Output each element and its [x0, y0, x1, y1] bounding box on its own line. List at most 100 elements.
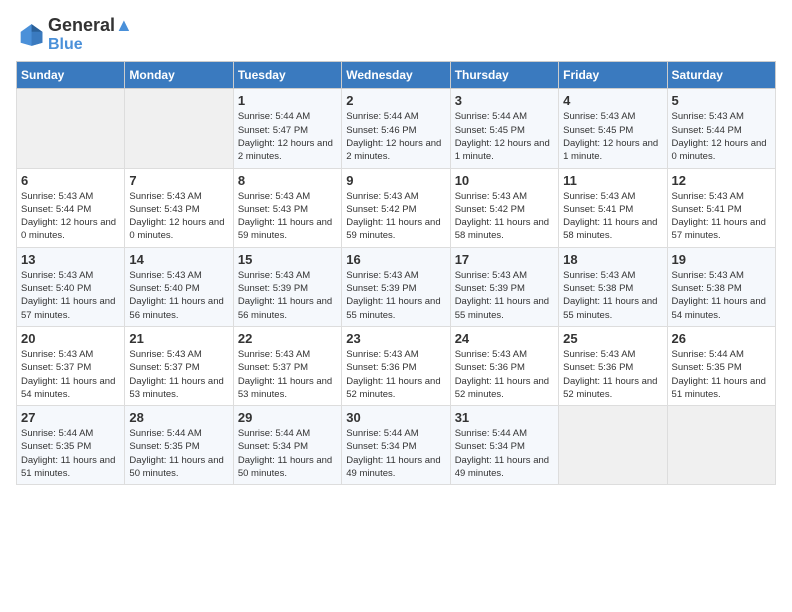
day-number: 15: [238, 252, 337, 267]
calendar-cell: 18 Sunrise: 5:43 AM Sunset: 5:38 PM Dayli…: [559, 247, 667, 326]
day-info: Sunrise: 5:43 AM Sunset: 5:37 PM Dayligh…: [21, 348, 120, 401]
calendar-cell: 24 Sunrise: 5:43 AM Sunset: 5:36 PM Dayli…: [450, 326, 558, 405]
calendar-cell: [17, 89, 125, 168]
calendar-cell: 22Sunrise: 5:43 AM Sunset: 5:37 PM Dayli…: [233, 326, 341, 405]
day-number: 14: [129, 252, 228, 267]
calendar-cell: 25 Sunrise: 5:43 AM Sunset: 5:36 PM Dayli…: [559, 326, 667, 405]
calendar-cell: 26 Sunrise: 5:44 AM Sunset: 5:35 PM Dayli…: [667, 326, 775, 405]
calendar-cell: [125, 89, 233, 168]
week-row-2: 6 Sunrise: 5:43 AM Sunset: 5:44 PM Daylig…: [17, 168, 776, 247]
calendar-cell: 6 Sunrise: 5:43 AM Sunset: 5:44 PM Daylig…: [17, 168, 125, 247]
day-info: Sunrise: 5:43 AM Sunset: 5:36 PM Dayligh…: [563, 348, 662, 401]
day-number: 30: [346, 410, 445, 425]
calendar-body: 1 Sunrise: 5:44 AM Sunset: 5:47 PM Daylig…: [17, 89, 776, 485]
day-number: 8: [238, 173, 337, 188]
calendar-table: SundayMondayTuesdayWednesdayThursdayFrid…: [16, 61, 776, 485]
day-number: 28: [129, 410, 228, 425]
day-number: 7: [129, 173, 228, 188]
day-number: 12: [672, 173, 771, 188]
day-info: Sunrise: 5:43 AM Sunset: 5:45 PM Dayligh…: [563, 110, 662, 163]
day-info: Sunrise: 5:44 AM Sunset: 5:46 PM Dayligh…: [346, 110, 445, 163]
calendar-cell: 29Sunrise: 5:44 AM Sunset: 5:34 PM Dayli…: [233, 406, 341, 485]
day-info: Sunrise: 5:43 AM Sunset: 5:38 PM Dayligh…: [672, 269, 771, 322]
day-info: Sunrise: 5:43 AM Sunset: 5:36 PM Dayligh…: [346, 348, 445, 401]
day-info: Sunrise: 5:43 AM Sunset: 5:38 PM Dayligh…: [563, 269, 662, 322]
day-info: Sunrise: 5:44 AM Sunset: 5:47 PM Dayligh…: [238, 110, 337, 163]
calendar-cell: 14Sunrise: 5:43 AM Sunset: 5:40 PM Dayli…: [125, 247, 233, 326]
day-number: 25: [563, 331, 662, 346]
calendar-cell: 19 Sunrise: 5:43 AM Sunset: 5:38 PM Dayli…: [667, 247, 775, 326]
day-info: Sunrise: 5:43 AM Sunset: 5:44 PM Dayligh…: [21, 190, 120, 243]
column-header-wednesday: Wednesday: [342, 62, 450, 89]
calendar-cell: 16Sunrise: 5:43 AM Sunset: 5:39 PM Dayli…: [342, 247, 450, 326]
day-number: 26: [672, 331, 771, 346]
day-info: Sunrise: 5:44 AM Sunset: 5:34 PM Dayligh…: [346, 427, 445, 480]
page-header: General▲ Blue: [16, 16, 776, 53]
day-info: Sunrise: 5:43 AM Sunset: 5:43 PM Dayligh…: [129, 190, 228, 243]
logo-text: General▲ Blue: [48, 16, 133, 53]
calendar-cell: 10Sunrise: 5:43 AM Sunset: 5:42 PM Dayli…: [450, 168, 558, 247]
calendar-cell: 4 Sunrise: 5:43 AM Sunset: 5:45 PM Daylig…: [559, 89, 667, 168]
day-number: 16: [346, 252, 445, 267]
day-number: 4: [563, 93, 662, 108]
calendar-cell: 9Sunrise: 5:43 AM Sunset: 5:42 PM Daylig…: [342, 168, 450, 247]
day-number: 6: [21, 173, 120, 188]
day-number: 17: [455, 252, 554, 267]
logo: General▲ Blue: [16, 16, 133, 53]
day-number: 24: [455, 331, 554, 346]
calendar-cell: 5 Sunrise: 5:43 AM Sunset: 5:44 PM Daylig…: [667, 89, 775, 168]
day-info: Sunrise: 5:44 AM Sunset: 5:35 PM Dayligh…: [21, 427, 120, 480]
day-number: 27: [21, 410, 120, 425]
day-number: 29: [238, 410, 337, 425]
day-number: 5: [672, 93, 771, 108]
calendar-cell: 15 Sunrise: 5:43 AM Sunset: 5:39 PM Dayli…: [233, 247, 341, 326]
column-header-saturday: Saturday: [667, 62, 775, 89]
calendar-cell: 1 Sunrise: 5:44 AM Sunset: 5:47 PM Daylig…: [233, 89, 341, 168]
day-number: 20: [21, 331, 120, 346]
day-info: Sunrise: 5:43 AM Sunset: 5:41 PM Dayligh…: [672, 190, 771, 243]
day-info: Sunrise: 5:43 AM Sunset: 5:42 PM Dayligh…: [346, 190, 445, 243]
day-info: Sunrise: 5:43 AM Sunset: 5:37 PM Dayligh…: [238, 348, 337, 401]
day-info: Sunrise: 5:43 AM Sunset: 5:44 PM Dayligh…: [672, 110, 771, 163]
day-info: Sunrise: 5:43 AM Sunset: 5:40 PM Dayligh…: [21, 269, 120, 322]
column-header-tuesday: Tuesday: [233, 62, 341, 89]
calendar-cell: 7 Sunrise: 5:43 AM Sunset: 5:43 PM Daylig…: [125, 168, 233, 247]
day-number: 31: [455, 410, 554, 425]
day-info: Sunrise: 5:43 AM Sunset: 5:41 PM Dayligh…: [563, 190, 662, 243]
column-header-monday: Monday: [125, 62, 233, 89]
day-info: Sunrise: 5:44 AM Sunset: 5:34 PM Dayligh…: [455, 427, 554, 480]
column-header-sunday: Sunday: [17, 62, 125, 89]
week-row-5: 27 Sunrise: 5:44 AM Sunset: 5:35 PM Dayli…: [17, 406, 776, 485]
day-info: Sunrise: 5:43 AM Sunset: 5:39 PM Dayligh…: [455, 269, 554, 322]
day-info: Sunrise: 5:44 AM Sunset: 5:35 PM Dayligh…: [129, 427, 228, 480]
calendar-cell: 2 Sunrise: 5:44 AM Sunset: 5:46 PM Daylig…: [342, 89, 450, 168]
calendar-cell: 13 Sunrise: 5:43 AM Sunset: 5:40 PM Dayli…: [17, 247, 125, 326]
day-info: Sunrise: 5:43 AM Sunset: 5:36 PM Dayligh…: [455, 348, 554, 401]
column-header-friday: Friday: [559, 62, 667, 89]
calendar-cell: 3 Sunrise: 5:44 AM Sunset: 5:45 PM Daylig…: [450, 89, 558, 168]
day-number: 11: [563, 173, 662, 188]
calendar-cell: 31 Sunrise: 5:44 AM Sunset: 5:34 PM Dayli…: [450, 406, 558, 485]
day-number: 19: [672, 252, 771, 267]
week-row-1: 1 Sunrise: 5:44 AM Sunset: 5:47 PM Daylig…: [17, 89, 776, 168]
day-number: 1: [238, 93, 337, 108]
calendar-cell: 17 Sunrise: 5:43 AM Sunset: 5:39 PM Dayli…: [450, 247, 558, 326]
day-number: 23: [346, 331, 445, 346]
day-info: Sunrise: 5:44 AM Sunset: 5:35 PM Dayligh…: [672, 348, 771, 401]
day-info: Sunrise: 5:44 AM Sunset: 5:45 PM Dayligh…: [455, 110, 554, 163]
calendar-cell: 12 Sunrise: 5:43 AM Sunset: 5:41 PM Dayli…: [667, 168, 775, 247]
day-number: 3: [455, 93, 554, 108]
day-number: 13: [21, 252, 120, 267]
day-info: Sunrise: 5:43 AM Sunset: 5:43 PM Dayligh…: [238, 190, 337, 243]
calendar-cell: 11 Sunrise: 5:43 AM Sunset: 5:41 PM Dayli…: [559, 168, 667, 247]
day-number: 21: [129, 331, 228, 346]
column-header-thursday: Thursday: [450, 62, 558, 89]
day-number: 2: [346, 93, 445, 108]
day-number: 18: [563, 252, 662, 267]
week-row-4: 20 Sunrise: 5:43 AM Sunset: 5:37 PM Dayli…: [17, 326, 776, 405]
calendar-cell: [667, 406, 775, 485]
day-number: 10: [455, 173, 554, 188]
day-info: Sunrise: 5:43 AM Sunset: 5:39 PM Dayligh…: [238, 269, 337, 322]
calendar-cell: [559, 406, 667, 485]
calendar-cell: 8 Sunrise: 5:43 AM Sunset: 5:43 PM Daylig…: [233, 168, 341, 247]
